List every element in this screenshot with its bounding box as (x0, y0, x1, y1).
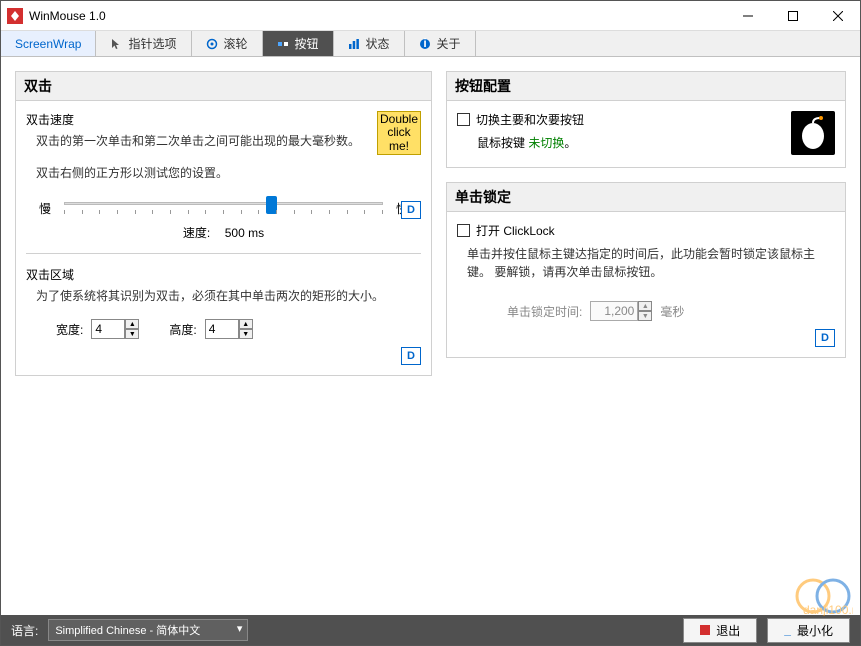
panel-title: 单击锁定 (447, 183, 845, 212)
default-button[interactable]: D (401, 201, 421, 219)
tab-label: ScreenWrap (15, 37, 81, 51)
tab-label: 指针选项 (128, 35, 176, 52)
tab-status[interactable]: 状态 (334, 31, 405, 56)
spin-down[interactable]: ▼ (638, 311, 652, 321)
exit-icon (700, 625, 710, 635)
minimize-button[interactable] (725, 1, 770, 30)
width-input[interactable] (91, 319, 125, 339)
mouse-icon (791, 111, 835, 155)
locktime-spinner[interactable]: ▲▼ (590, 301, 652, 321)
language-label: 语言: (11, 622, 38, 639)
tab-about[interactable]: i 关于 (405, 31, 476, 56)
height-input[interactable] (205, 319, 239, 339)
speed-readout: 速度: 500 ms (26, 224, 421, 241)
height-label: 高度: (169, 321, 196, 338)
info-icon: i (419, 38, 431, 50)
maximize-button[interactable] (770, 1, 815, 30)
doubleclick-test-box[interactable]: Double click me! (377, 111, 421, 155)
tab-bar: ScreenWrap 指针选项 滚轮 按钮 状态 i 关于 (1, 31, 860, 57)
titlebar: WinMouse 1.0 (1, 1, 860, 31)
tab-label: 滚轮 (224, 35, 248, 52)
tab-label: 按钮 (295, 35, 319, 52)
clicklock-desc: 单击并按住鼠标主键达指定的时间后，此功能会暂时锁定该鼠标主键。 要解锁，请再次单… (467, 245, 825, 281)
wheel-icon (206, 38, 218, 50)
speed-header: 双击速度 (26, 111, 421, 128)
spin-up[interactable]: ▲ (638, 301, 652, 311)
app-logo-icon (7, 8, 23, 24)
width-label: 宽度: (56, 321, 83, 338)
default-button-lock[interactable]: D (815, 329, 835, 347)
content-area: 双击 双击速度 双击的第一次单击和第二次单击之间可能出现的最大毫秒数。 Doub… (1, 57, 860, 615)
language-select[interactable]: Simplified Chinese - 简体中文 (48, 619, 248, 641)
status-icon (348, 38, 360, 50)
tab-pointer[interactable]: 指针选项 (96, 31, 191, 56)
footer-bar: 语言: Simplified Chinese - 简体中文 退出 _ 最小化 (1, 615, 860, 645)
tab-buttons[interactable]: 按钮 (263, 31, 334, 56)
cursor-icon (110, 38, 122, 50)
panel-doubleclick: 双击 双击速度 双击的第一次单击和第二次单击之间可能出现的最大毫秒数。 Doub… (15, 71, 432, 376)
spin-up[interactable]: ▲ (239, 319, 253, 329)
width-spinner[interactable]: ▲▼ (91, 319, 139, 339)
window-title: WinMouse 1.0 (29, 9, 725, 23)
spin-down[interactable]: ▼ (239, 329, 253, 339)
spin-up[interactable]: ▲ (125, 319, 139, 329)
tab-screenwrap[interactable]: ScreenWrap (1, 31, 96, 56)
height-spinner[interactable]: ▲▼ (205, 319, 253, 339)
area-desc: 为了使系统将其识别为双击，必须在其中单击两次的矩形的大小。 (36, 287, 411, 305)
tab-wheel[interactable]: 滚轮 (192, 31, 263, 56)
tab-label: 关于 (437, 35, 461, 52)
ms-label: 毫秒 (660, 303, 684, 320)
swap-label: 切换主要和次要按钮 (476, 111, 584, 128)
default-button-area[interactable]: D (401, 347, 421, 365)
panel-clicklock: 单击锁定 打开 ClickLock 单击并按住鼠标主键达指定的时间后，此功能会暂… (446, 182, 846, 358)
locktime-label: 单击锁定时间: (507, 303, 582, 320)
clicklock-label: 打开 ClickLock (476, 222, 555, 239)
buttons-icon (277, 38, 289, 50)
area-header: 双击区域 (26, 266, 421, 283)
close-button[interactable] (815, 1, 860, 30)
locktime-input[interactable] (590, 301, 638, 321)
svg-text:i: i (423, 38, 426, 50)
swap-checkbox[interactable] (457, 113, 470, 126)
exit-button[interactable]: 退出 (683, 618, 757, 643)
speed-slider[interactable] (64, 196, 383, 220)
minimize-icon: _ (784, 623, 791, 637)
panel-button-config: 按钮配置 切换主要和次要按钮 鼠标按键 未切换。 (446, 71, 846, 168)
panel-title: 按钮配置 (447, 72, 845, 101)
swap-status: 鼠标按键 未切换。 (477, 134, 781, 151)
minimize-app-button[interactable]: _ 最小化 (767, 618, 850, 643)
clicklock-checkbox[interactable] (457, 224, 470, 237)
panel-title: 双击 (16, 72, 431, 101)
test-hint: 双击右侧的正方形以测试您的设置。 (36, 164, 361, 182)
slow-label: 慢 (36, 200, 54, 217)
spin-down[interactable]: ▼ (125, 329, 139, 339)
speed-desc: 双击的第一次单击和第二次单击之间可能出现的最大毫秒数。 (36, 132, 361, 150)
tab-label: 状态 (366, 35, 390, 52)
